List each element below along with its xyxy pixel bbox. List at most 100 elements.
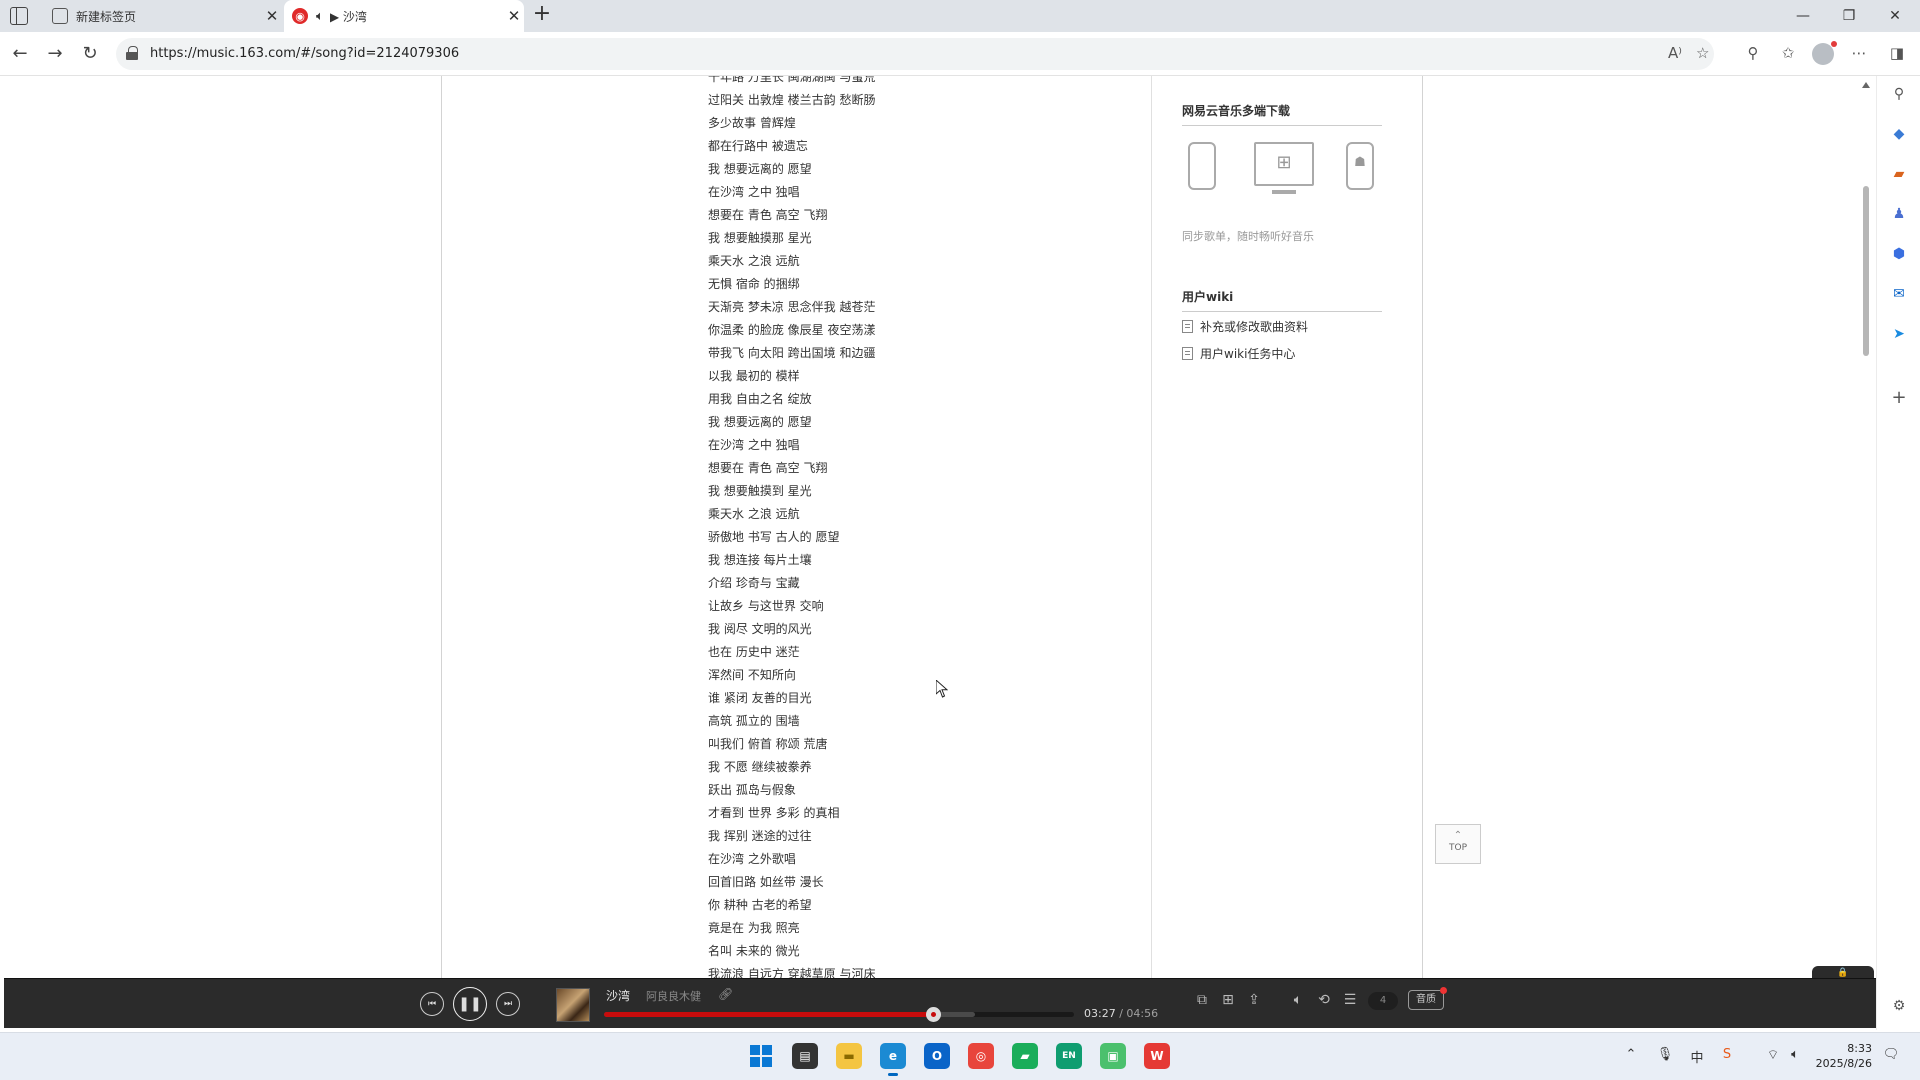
close-window-button[interactable]: ✕ (1872, 0, 1918, 32)
more-menu-icon[interactable]: ⋯ (1848, 44, 1870, 62)
quality-button[interactable]: 音质 (1408, 987, 1447, 1010)
profile-avatar[interactable] (1812, 41, 1837, 65)
back-button[interactable]: ← (8, 42, 32, 66)
playlist-icon[interactable]: ☰ (1340, 992, 1360, 1008)
tab-title: 新建标签页 (76, 9, 137, 24)
picture-in-picture-icon[interactable]: ⧉ (1192, 992, 1212, 1008)
sidebar-toggle-icon[interactable]: ◨ (1886, 44, 1908, 62)
speaker-icon[interactable]: 🔈︎ (316, 9, 324, 24)
restore-button[interactable]: ❐ (1826, 0, 1872, 32)
copilot-icon[interactable]: ⬢ (1889, 244, 1909, 264)
mouse-cursor-icon (936, 680, 948, 698)
tab-title: ▶ 沙湾 (329, 9, 367, 24)
notification-icon[interactable]: 🗨︎ (1882, 1047, 1900, 1062)
wiki-title: 用户wiki (1182, 288, 1382, 312)
forward-button[interactable]: → (43, 42, 67, 66)
wiki-task-center-link[interactable]: 用户wiki任务中心 (1182, 341, 1382, 366)
outlook-icon[interactable]: ✉ (1889, 284, 1909, 304)
lyric-line: 让故乡 与这世界 交响 (708, 599, 824, 613)
tools-icon[interactable]: ▰ (1889, 164, 1909, 184)
scroll-thumb[interactable] (1863, 186, 1869, 356)
scroll-up-icon[interactable] (1862, 82, 1870, 88)
address-bar[interactable]: https://music.163.com/#/song?id=21240793… (116, 38, 1714, 70)
microphone-icon[interactable]: 🎙︎ (1656, 1047, 1674, 1062)
wechat-icon[interactable]: ▰ (1012, 1043, 1038, 1069)
edge-browser-icon[interactable]: e (880, 1043, 906, 1076)
lyric-line: 才看到 世界 多彩 的真相 (708, 806, 840, 820)
close-tab-icon[interactable]: ✕ (262, 7, 282, 25)
progress-knob[interactable] (926, 1007, 941, 1022)
outlook-icon[interactable]: O (924, 1043, 950, 1069)
lyric-line: 我 想要触摸那 星光 (708, 231, 812, 245)
edge-sidebar: ⚲ ◆ ▰ ♟ ⬢ ✉ ➤ + ⚙ (1876, 76, 1920, 1030)
file-explorer-icon[interactable]: ▬ (836, 1043, 862, 1069)
close-tab-icon[interactable]: ✕ (504, 7, 524, 25)
android-device-icon[interactable]: ☗ (1346, 142, 1374, 190)
lyric-line: 我 想要远离的 愿望 (708, 415, 812, 429)
wiki-item-label[interactable]: 补充或修改歌曲资料 (1200, 318, 1308, 335)
read-aloud-icon[interactable]: A⁾ (1668, 44, 1682, 62)
playlist-count[interactable]: 4 (1368, 992, 1398, 1010)
new-tab-button[interactable]: + (530, 3, 554, 27)
lyric-line: 你 耕种 古老的希望 (708, 898, 812, 912)
lyric-line: 竟是在 为我 照亮 (708, 921, 800, 935)
dictionary-app-icon[interactable]: EN (1056, 1043, 1082, 1069)
tab-actions-icon[interactable] (10, 7, 28, 25)
volume-tray-icon[interactable]: 🔈︎ (1786, 1047, 1804, 1062)
link-icon[interactable]: 🔗︎ (718, 987, 733, 1001)
task-view-icon[interactable]: ▤ (792, 1043, 818, 1069)
lyric-line: 我 想要触摸到 星光 (708, 484, 812, 498)
send-icon[interactable]: ➤ (1889, 324, 1909, 344)
search-icon[interactable]: ⚲ (1889, 84, 1909, 104)
system-clock[interactable]: 8:33 2025/8/26 (1812, 1041, 1872, 1071)
netease-music-icon: ◉ (292, 8, 308, 24)
previous-track-button[interactable]: ⏮ (420, 992, 444, 1016)
lyric-line: 跃出 孤岛与假象 (708, 783, 796, 797)
wifi-icon[interactable]: ⌔ (1764, 1047, 1782, 1063)
back-to-top-button[interactable]: ⌃ TOP (1435, 824, 1481, 864)
add-to-playlist-icon[interactable]: ⊞ (1218, 992, 1238, 1008)
wps-office-icon[interactable]: W (1144, 1043, 1170, 1069)
settings-gear-icon[interactable]: ⚙ (1889, 996, 1909, 1016)
chrome-icon[interactable]: ◎ (968, 1043, 994, 1069)
lock-icon[interactable] (126, 46, 138, 60)
extension-icon[interactable]: ⚲ (1742, 44, 1764, 62)
pause-button[interactable]: ❚❚ (453, 987, 487, 1021)
lyric-line: 我 不愿 继续被豢养 (708, 760, 812, 774)
song-title[interactable]: 沙湾 (606, 987, 630, 1004)
page-scrollbar[interactable] (1862, 82, 1870, 972)
progress-bar[interactable] (604, 1007, 1074, 1022)
wiki-item-label[interactable]: 用户wiki任务中心 (1200, 345, 1295, 362)
start-windows-icon[interactable] (748, 1043, 774, 1069)
favorite-star-icon[interactable]: ☆ (1696, 44, 1709, 62)
download-devices: ⊞ ☗ (1182, 138, 1382, 218)
artist-name[interactable]: 阿良良木健 (646, 988, 701, 1004)
lyric-line: 带我飞 向太阳 跨出国境 和边疆 (708, 346, 876, 360)
lyric-line: 骄傲地 书写 古人的 愿望 (708, 530, 840, 544)
wiki-edit-song-link[interactable]: 补充或修改歌曲资料 (1182, 314, 1382, 339)
add-app-icon[interactable]: + (1889, 388, 1909, 408)
shopping-tag-icon[interactable]: ◆ (1889, 124, 1909, 144)
volume-icon[interactable]: 🔈︎ (1288, 992, 1308, 1008)
games-icon[interactable]: ♟ (1889, 204, 1909, 224)
lyric-line: 也在 历史中 迷茫 (708, 645, 800, 659)
favorites-icon[interactable]: ✩ (1777, 44, 1799, 62)
tab-shawan[interactable]: ◉ 🔈︎ ▶ 沙湾 ✕ (284, 0, 524, 32)
lyric-line: 我流浪 自远方 穿越草原 与河床 (708, 967, 876, 978)
share-icon[interactable]: ⇪ (1244, 992, 1264, 1008)
apple-device-icon[interactable] (1188, 142, 1216, 190)
lyric-line: 乘天水 之浪 远航 (708, 507, 800, 521)
tray-chevron-up-icon[interactable]: ⌃ (1622, 1047, 1640, 1062)
album-cover[interactable] (556, 988, 590, 1022)
phone-link-icon[interactable]: ▣ (1100, 1043, 1126, 1069)
next-track-button[interactable]: ⏭ (496, 992, 520, 1016)
sogou-ime-icon[interactable]: S (1718, 1047, 1736, 1062)
minimize-button[interactable]: — (1780, 0, 1826, 32)
loop-mode-icon[interactable]: ⟲ (1314, 992, 1334, 1008)
windows-pc-icon[interactable]: ⊞ (1254, 142, 1314, 186)
url-text[interactable]: https://music.163.com/#/song?id=21240793… (150, 46, 459, 61)
input-method-icon[interactable]: 中 (1688, 1047, 1706, 1066)
lyric-line: 高筑 孤立的 围墙 (708, 714, 800, 728)
refresh-button[interactable]: ↻ (78, 42, 102, 66)
tab-new-tab[interactable]: 新建标签页 ✕ (44, 0, 282, 32)
